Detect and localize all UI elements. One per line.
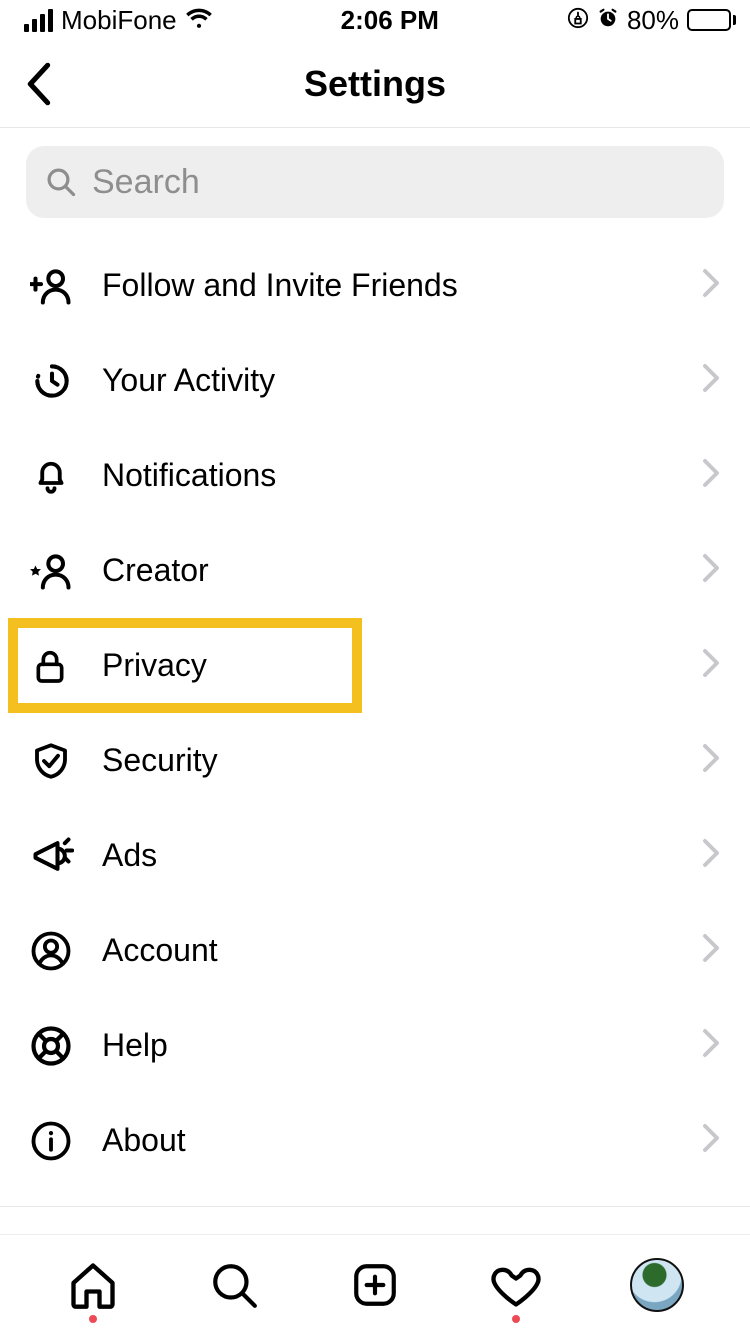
orientation-lock-icon xyxy=(567,5,589,36)
tab-bar xyxy=(0,1234,750,1334)
battery-icon xyxy=(687,9,736,31)
tab-search[interactable] xyxy=(204,1255,264,1315)
plus-square-icon xyxy=(350,1260,400,1310)
chevron-right-icon xyxy=(702,1028,720,1063)
star-user-icon xyxy=(30,549,86,593)
signal-icon xyxy=(24,9,53,32)
divider xyxy=(0,1206,750,1207)
chevron-right-icon xyxy=(702,553,720,588)
row-follow-invite[interactable]: Follow and Invite Friends xyxy=(0,238,750,333)
search-container xyxy=(0,128,750,228)
status-right: 80% xyxy=(567,5,736,36)
row-security[interactable]: Security xyxy=(0,713,750,808)
help-icon xyxy=(30,1025,86,1067)
home-icon xyxy=(67,1259,119,1311)
notification-dot xyxy=(89,1315,97,1323)
row-help[interactable]: Help xyxy=(0,998,750,1093)
avatar-icon xyxy=(630,1258,684,1312)
add-user-icon xyxy=(30,264,86,308)
search-icon xyxy=(46,167,76,197)
search-input[interactable] xyxy=(92,163,704,202)
heart-icon xyxy=(490,1259,542,1311)
chevron-right-icon xyxy=(702,363,720,398)
notification-dot xyxy=(512,1315,520,1323)
tab-create[interactable] xyxy=(345,1255,405,1315)
lock-icon xyxy=(30,646,86,686)
chevron-left-icon xyxy=(26,62,52,106)
search-field[interactable] xyxy=(26,146,724,218)
info-icon xyxy=(30,1120,86,1162)
back-button[interactable] xyxy=(14,59,64,109)
row-label: Follow and Invite Friends xyxy=(102,267,458,304)
chevron-right-icon xyxy=(702,268,720,303)
status-bar: MobiFone 2:06 PM 80% xyxy=(0,0,750,40)
row-privacy[interactable]: Privacy xyxy=(0,618,750,713)
shield-icon xyxy=(30,740,86,782)
row-label: About xyxy=(102,1122,186,1159)
battery-pct: 80% xyxy=(627,5,679,36)
bell-icon xyxy=(30,455,86,497)
row-label: Creator xyxy=(102,552,209,589)
account-icon xyxy=(30,930,86,972)
row-notifications[interactable]: Notifications xyxy=(0,428,750,523)
chevron-right-icon xyxy=(702,1123,720,1158)
row-label: Ads xyxy=(102,837,157,874)
row-your-activity[interactable]: Your Activity xyxy=(0,333,750,428)
chevron-right-icon xyxy=(702,838,720,873)
activity-icon xyxy=(30,359,86,403)
settings-list: Follow and Invite Friends Your Activity … xyxy=(0,228,750,1207)
row-label: Security xyxy=(102,742,218,779)
tab-profile[interactable] xyxy=(627,1255,687,1315)
tab-home[interactable] xyxy=(63,1255,123,1315)
page-title: Settings xyxy=(304,63,446,105)
chevron-right-icon xyxy=(702,458,720,493)
chevron-right-icon xyxy=(702,648,720,683)
chevron-right-icon xyxy=(702,743,720,778)
status-time: 2:06 PM xyxy=(341,5,439,36)
row-label: Notifications xyxy=(102,457,276,494)
row-about[interactable]: About xyxy=(0,1093,750,1188)
row-creator[interactable]: Creator xyxy=(0,523,750,618)
row-label: Your Activity xyxy=(102,362,275,399)
row-label: Privacy xyxy=(102,647,207,684)
row-label: Account xyxy=(102,932,218,969)
wifi-icon xyxy=(185,5,213,36)
status-left: MobiFone xyxy=(24,5,213,36)
row-account[interactable]: Account xyxy=(0,903,750,998)
tab-activity[interactable] xyxy=(486,1255,546,1315)
alarm-icon xyxy=(597,5,619,36)
chevron-right-icon xyxy=(702,933,720,968)
carrier-label: MobiFone xyxy=(61,5,177,36)
row-label: Help xyxy=(102,1027,168,1064)
row-ads[interactable]: Ads xyxy=(0,808,750,903)
search-icon xyxy=(209,1260,259,1310)
nav-bar: Settings xyxy=(0,40,750,128)
megaphone-icon xyxy=(30,834,86,878)
